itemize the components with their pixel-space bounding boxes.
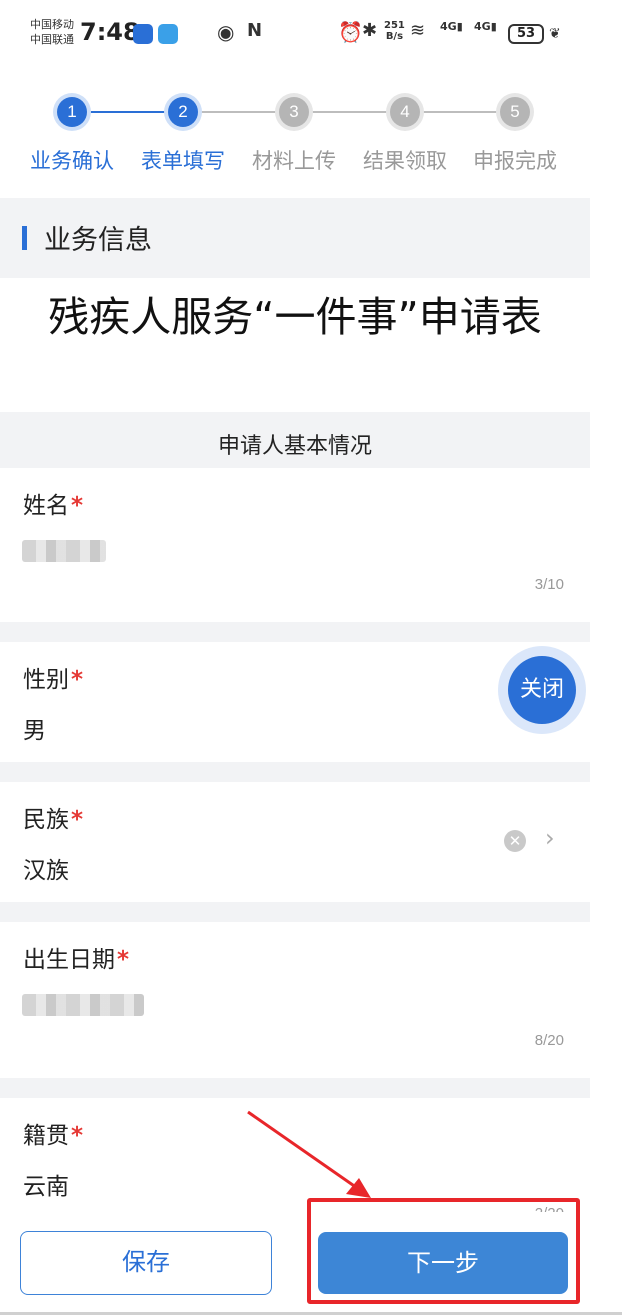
- step-2-label: 表单填写: [141, 149, 225, 173]
- birthdate-char-counter: 8/20: [534, 1032, 564, 1049]
- alarm-icon: ⏰: [338, 20, 363, 44]
- step-3-circle: 3: [279, 97, 309, 127]
- weather-icon: [158, 24, 178, 44]
- status-bar: 中国移动 中国联通 7:48 ◉ N ⏰ ✱ 251 B/s ≋ 4G▮ 4G▮…: [0, 0, 622, 66]
- field-divider: [0, 1078, 590, 1098]
- net-speed: 251 B/s: [384, 20, 405, 42]
- status-time: 7:48: [80, 18, 140, 46]
- chevron-right-icon[interactable]: ›: [545, 824, 555, 852]
- next-step-button[interactable]: 下一步: [318, 1232, 568, 1294]
- step-1-circle: 1: [57, 97, 87, 127]
- step-1-label: 业务确认: [30, 149, 114, 173]
- step-connector-2: [198, 111, 278, 113]
- bottom-action-bar: 保存 下一步: [0, 1212, 622, 1315]
- ethnicity-value[interactable]: 汉族: [23, 851, 69, 885]
- step-4-circle: 4: [390, 97, 420, 127]
- signal-1-icon: 4G▮: [440, 20, 463, 33]
- name-label: 姓名*: [23, 493, 84, 519]
- birthdate-label: 出生日期*: [23, 947, 130, 973]
- save-button[interactable]: 保存: [20, 1231, 272, 1295]
- ethnicity-label: 民族*: [23, 807, 84, 833]
- field-divider: [0, 622, 590, 642]
- app-notification-icon: [133, 24, 153, 44]
- step-4-label: 结果领取: [363, 149, 447, 173]
- name-char-counter: 3/10: [534, 576, 564, 593]
- required-mark: *: [71, 667, 84, 693]
- field-divider: [0, 762, 590, 782]
- step-5-circle: 5: [500, 97, 530, 127]
- required-mark: *: [117, 947, 130, 973]
- native-place-label: 籍贯*: [23, 1123, 84, 1149]
- close-floating-button[interactable]: 关闭: [498, 646, 586, 734]
- nfc-icon: N: [247, 20, 263, 41]
- carrier-names: 中国移动 中国联通: [30, 17, 74, 47]
- leaf-icon: ❦: [549, 26, 561, 42]
- eye-icon: ◉: [217, 20, 235, 44]
- progress-stepper: 1 2 3 4 5 业务确认 表单填写 材料上传 结果领取 申报完成: [0, 90, 590, 190]
- form-title: 残疾人服务“一件事”申请表: [48, 293, 542, 341]
- birthdate-field[interactable]: 出生日期* 8/20: [0, 922, 590, 1078]
- step-5-label: 申报完成: [473, 149, 557, 173]
- name-value-redacted[interactable]: [22, 540, 106, 562]
- birthdate-value-redacted[interactable]: [22, 994, 144, 1016]
- name-field[interactable]: 姓名* 3/10: [0, 468, 590, 622]
- native-place-field[interactable]: 籍贯* 云南 2/20: [0, 1098, 590, 1222]
- step-connector-1: [87, 111, 167, 113]
- signal-2-icon: 4G▮: [474, 20, 497, 33]
- section-accent-bar: [22, 226, 27, 250]
- required-mark: *: [71, 493, 84, 519]
- ethnicity-field[interactable]: 民族* 汉族 ✕ ›: [0, 782, 590, 902]
- step-connector-3: [309, 111, 389, 113]
- right-margin: [590, 66, 622, 1212]
- clear-icon[interactable]: ✕: [504, 830, 526, 852]
- required-mark: *: [71, 807, 84, 833]
- wifi-icon: ≋: [410, 20, 426, 41]
- section-header: 业务信息: [0, 198, 590, 278]
- carrier-2: 中国联通: [30, 33, 74, 46]
- native-place-value[interactable]: 云南: [23, 1167, 69, 1201]
- step-3-label: 材料上传: [252, 149, 336, 173]
- form-subheading: 申请人基本情况: [0, 412, 590, 468]
- bluetooth-icon: ✱: [362, 20, 378, 41]
- section-title: 业务信息: [44, 225, 152, 256]
- battery-icon: 53: [508, 24, 544, 44]
- step-connector-4: [420, 111, 500, 113]
- gender-label: 性别*: [23, 667, 84, 693]
- gender-value[interactable]: 男: [23, 711, 46, 745]
- field-divider: [0, 902, 590, 922]
- required-mark: *: [71, 1123, 84, 1149]
- step-2-circle: 2: [168, 97, 198, 127]
- carrier-1: 中国移动: [30, 18, 74, 31]
- close-button-label[interactable]: 关闭: [508, 656, 576, 724]
